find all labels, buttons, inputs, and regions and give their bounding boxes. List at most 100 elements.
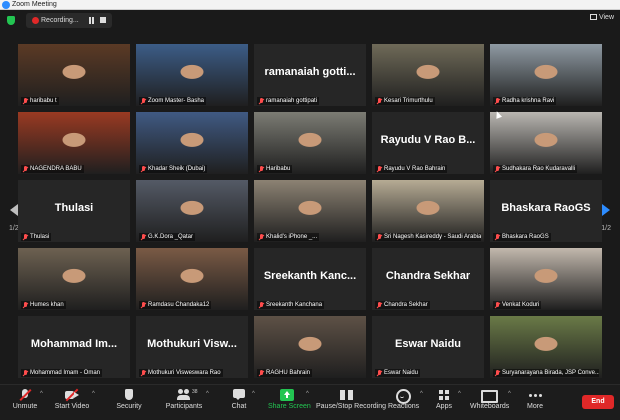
participant-name: Khadar Sheik (Dubai) (148, 166, 206, 172)
participant-name: Sudhakara Rao Kudaravalli (502, 166, 576, 172)
participant-name: haribabu t (30, 98, 57, 104)
whiteboards-options-caret-icon[interactable]: ^ (508, 391, 511, 397)
participant-tile[interactable]: Ramdasu Chandaka12 (136, 248, 248, 310)
chat-icon (232, 389, 246, 401)
more-button[interactable]: More (524, 385, 546, 420)
chat-button[interactable]: Chat (226, 385, 252, 420)
participants-button[interactable]: Participants (164, 385, 204, 420)
participant-tile[interactable]: Khalid's iPhone _... (254, 180, 366, 242)
participant-tile[interactable]: Suryanarayana Birada, JSP Conve... (490, 316, 602, 378)
participant-name-label: Suryanarayana Birada, JSP Conve... (493, 369, 599, 377)
mic-muted-icon (258, 98, 264, 104)
participant-name-label: Eswar Naidu (375, 369, 421, 377)
mic-muted-icon (258, 234, 264, 240)
mic-muted-icon (140, 234, 146, 240)
chat-options-caret-icon[interactable]: ^ (252, 391, 255, 397)
mic-muted-icon (494, 370, 500, 376)
participant-tile[interactable]: Sreekanth Kanc... Sreekanth Kanchana (254, 248, 366, 310)
participant-tile[interactable]: Humes khan (18, 248, 130, 310)
participant-name: NAGENDRA BABU (30, 166, 82, 172)
participant-name-placeholder: Mothukuri Visw... (147, 338, 237, 350)
shield-icon[interactable] (7, 16, 15, 25)
pause-recording-icon (340, 389, 354, 401)
stop-icon[interactable] (100, 17, 106, 23)
security-button[interactable]: Security (114, 385, 144, 420)
mic-muted-icon (258, 302, 264, 308)
participant-name-label: Thulasi (21, 233, 52, 241)
window-titlebar: Zoom Meeting (0, 0, 620, 10)
start-video-label: Start Video (54, 403, 90, 410)
start-video-button[interactable]: Start Video (54, 385, 90, 420)
view-button[interactable]: View (589, 14, 614, 21)
reactions-button[interactable]: Reactions (388, 385, 420, 420)
mic-muted-icon (140, 98, 146, 104)
participant-tile[interactable]: G.K.Dora _Qatar (136, 180, 248, 242)
participant-name-placeholder: Rayudu V Rao B... (380, 134, 476, 146)
participants-options-caret-icon[interactable]: ^ (206, 391, 209, 397)
participant-tile[interactable]: RAGHU Bahrain (254, 316, 366, 378)
participant-name: Zoom Master- Basha (148, 98, 205, 104)
video-options-caret-icon[interactable]: ^ (92, 391, 95, 397)
audio-options-caret-icon[interactable]: ^ (40, 391, 43, 397)
participant-tile[interactable]: Chandra Sekhar Chandra Sekhar (372, 248, 484, 310)
participant-tile[interactable]: Mothukuri Visw... Mothukuri Visweswara Ra… (136, 316, 248, 378)
participant-name-placeholder: Chandra Sekhar (385, 270, 471, 282)
mic-muted-icon (376, 166, 382, 172)
participant-tile[interactable]: Bhaskara RaoGS Bhaskara RaoGS (490, 180, 602, 242)
participant-name-label: haribabu t (21, 97, 59, 105)
participant-tile[interactable]: Mohammad Im... Mohammad Imam - Oman (18, 316, 130, 378)
end-meeting-button[interactable]: End (582, 395, 614, 409)
participant-name-label: Sreekanth Kanchana (257, 301, 325, 309)
reactions-label: Reactions (388, 403, 420, 410)
more-icon (528, 389, 542, 401)
pause-icon[interactable] (88, 17, 95, 24)
previous-page-arrow-icon[interactable] (10, 204, 18, 216)
grid-view-icon (589, 14, 597, 20)
participant-name-label: Mohammad Imam - Oman (21, 369, 103, 377)
participant-tile[interactable]: Radha krishna Ravi (490, 44, 602, 106)
mic-muted-icon (258, 370, 264, 376)
mic-muted-icon (494, 98, 500, 104)
participant-name: Suryanarayana Birada, JSP Conve... (502, 370, 599, 376)
next-page-arrow-icon[interactable] (602, 204, 610, 216)
window-title: Zoom Meeting (12, 1, 57, 8)
participant-name-label: NAGENDRA BABU (21, 165, 84, 173)
participant-tile[interactable]: Zoom Master- Basha (136, 44, 248, 106)
participant-tile[interactable]: Sudhakara Rao Kudaravalli (490, 112, 602, 174)
participant-name: Bhaskara RaoGS (502, 234, 549, 240)
participant-tile[interactable]: Haribabu (254, 112, 366, 174)
mic-muted-icon (376, 234, 382, 240)
share-options-caret-icon[interactable]: ^ (306, 391, 309, 397)
mic-muted-icon (140, 370, 146, 376)
mic-muted-icon (494, 234, 500, 240)
participant-name-placeholder: Bhaskara RaoGS (501, 202, 591, 214)
participant-name: Khalid's iPhone _... (266, 234, 318, 240)
participants-count: 38 (192, 389, 198, 395)
apps-options-caret-icon[interactable]: ^ (458, 391, 461, 397)
participant-name: Mothukuri Visweswara Rao (148, 370, 221, 376)
participant-tile[interactable]: Khadar Sheik (Dubai) (136, 112, 248, 174)
participant-tile[interactable]: haribabu t (18, 44, 130, 106)
participant-tile[interactable]: Eswar Naidu Eswar Naidu (372, 316, 484, 378)
participant-name: Sri Nagesh Kasireddy - Saudi Arabia (384, 234, 481, 240)
participant-tile[interactable]: Venkat Koduri (490, 248, 602, 310)
participant-tile[interactable]: Rayudu V Rao B... Rayudu V Rao Bahrain (372, 112, 484, 174)
reactions-options-caret-icon[interactable]: ^ (420, 391, 423, 397)
participant-tile[interactable]: NAGENDRA BABU (18, 112, 130, 174)
apps-label: Apps (436, 403, 452, 410)
participant-name-label: RAGHU Bahrain (257, 369, 313, 377)
participant-name-label: Sudhakara Rao Kudaravalli (493, 165, 578, 173)
participant-name-label: Khalid's iPhone _... (257, 233, 320, 241)
pause-stop-recording-button[interactable]: Pause/Stop Recording (316, 385, 386, 420)
mic-muted-icon (258, 166, 264, 172)
unmute-button[interactable]: Unmute (10, 385, 40, 420)
participant-tile[interactable]: Sri Nagesh Kasireddy - Saudi Arabia (372, 180, 484, 242)
apps-button[interactable]: Apps (434, 385, 454, 420)
participant-tile[interactable]: Thulasi Thulasi (18, 180, 130, 242)
whiteboards-button[interactable]: Whiteboards (470, 385, 509, 420)
participant-name-label: Ramdasu Chandaka12 (139, 301, 212, 309)
participant-tile[interactable]: Kesari Trimurthulu (372, 44, 484, 106)
zoom-logo-icon (2, 1, 10, 9)
share-screen-button[interactable]: Share Screen (268, 385, 311, 420)
participant-tile[interactable]: ramanaiah gotti... ramanaiah gottipati (254, 44, 366, 106)
